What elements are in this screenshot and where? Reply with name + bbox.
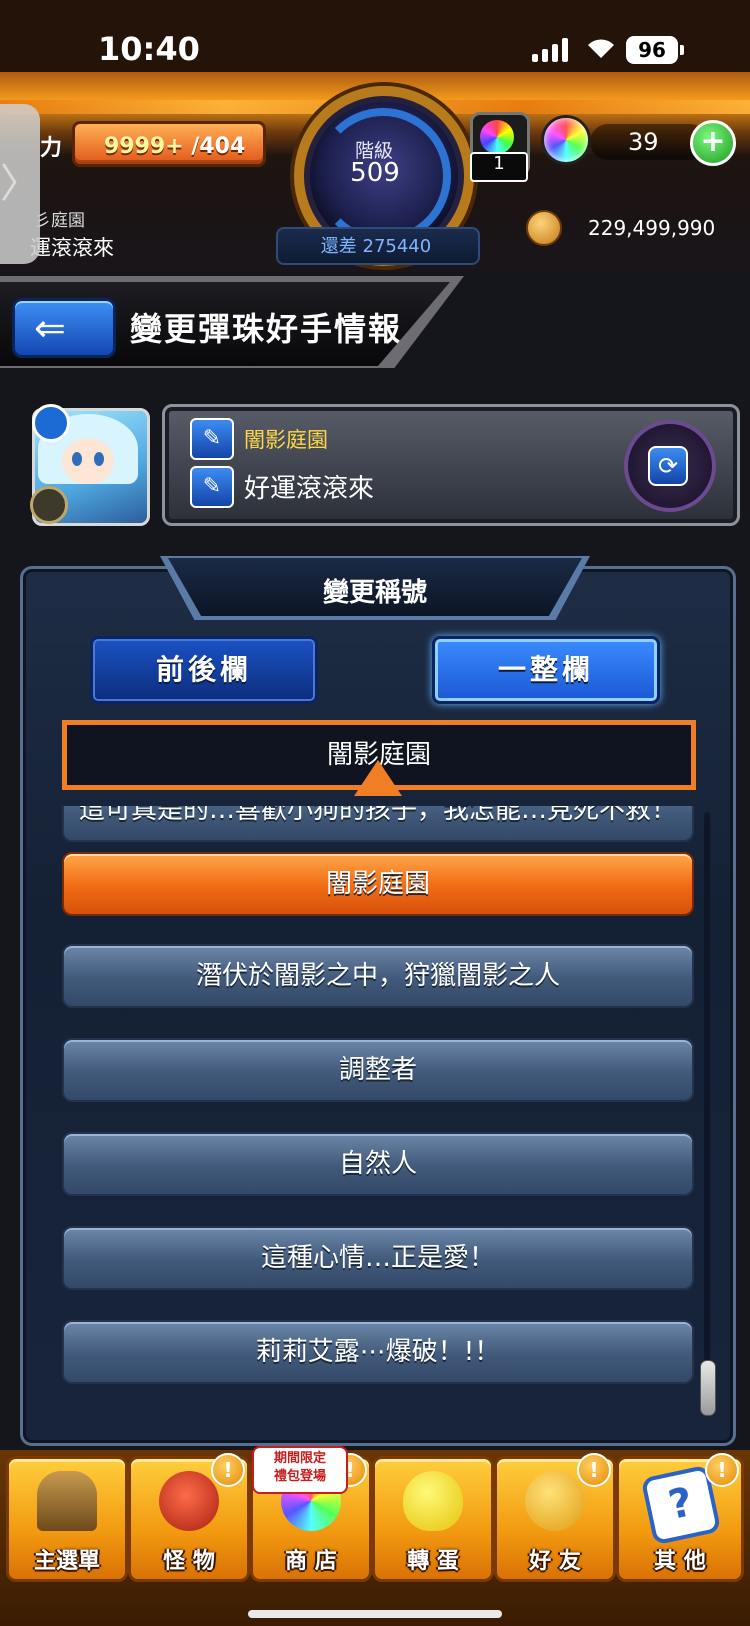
edit-title-button[interactable]: ✎ (190, 418, 234, 460)
side-drawer-handle[interactable]: 〉 (0, 104, 40, 264)
nav-label: 其 他 (654, 1549, 706, 1574)
player-title-partial: 彡庭園 (34, 211, 85, 231)
title-option[interactable]: 潛伏於闇影之中，狩獵闇影之人 (62, 944, 694, 1008)
rank-value: 509 (350, 158, 400, 188)
avatar-face (62, 438, 114, 484)
alert-icon: ! (211, 1453, 245, 1487)
rank-badge-icon (30, 486, 68, 524)
element-badge-icon (32, 404, 70, 442)
page-title: 變更彈珠好手情報 (130, 310, 403, 348)
battery-tip (680, 45, 684, 55)
back-arrow-icon: ⇐ (34, 306, 66, 350)
alert-icon: ! (705, 1453, 739, 1487)
nav-label: 怪 物 (163, 1549, 215, 1574)
rank-remaining: 還差 275440 (320, 236, 432, 257)
title-option[interactable]: 自然人 (62, 1132, 694, 1196)
nav-label: 商 店 (285, 1549, 337, 1574)
title-option[interactable]: 這種心情…正是愛！ (62, 1226, 694, 1290)
home-indicator[interactable] (248, 1610, 502, 1618)
title-list[interactable]: 這可真是的…喜歡小狗的孩子，我怎能…見死不救！ 闇影庭園 潛伏於闇影之中，狩獵闇… (56, 806, 696, 1430)
friends-icon (525, 1471, 585, 1531)
stamina-current: 9999+ (104, 134, 184, 159)
stamina-max: /404 (191, 134, 246, 159)
gem-count: 39 (628, 128, 659, 156)
mode-front-back-button[interactable]: 前後欄 (90, 636, 318, 704)
nav-others[interactable]: ? 其 他 ! (616, 1453, 744, 1582)
cellular-signal-icon (532, 38, 570, 62)
player-name-partial: 運滾滾來 (30, 236, 114, 260)
nav-main-menu[interactable]: 主選單 (6, 1456, 128, 1582)
status-time: 10:40 (98, 30, 200, 68)
title-option[interactable]: 這可真是的…喜歡小狗的孩子，我怎能…見死不救！ (62, 806, 694, 842)
profile-name: 好運滾滾來 (244, 474, 375, 504)
nav-label: 轉 蛋 (407, 1549, 459, 1574)
stamina-value: 9999+ /404 (104, 134, 245, 159)
monster-icon (159, 1471, 219, 1531)
orb-item-count: 1 (493, 153, 505, 174)
nav-label: 主選單 (33, 1549, 100, 1574)
edit-name-button[interactable]: ✎ (190, 466, 234, 508)
alert-icon: ! (577, 1453, 611, 1487)
title-option[interactable]: 調整者 (62, 1038, 694, 1102)
title-option[interactable]: 莉莉艾露⋯爆破！!！ (62, 1320, 694, 1384)
shop-limited-badge: 期間限定 禮包登場 (252, 1446, 348, 1494)
battery-icon: 96 (626, 36, 678, 64)
title-option-selected[interactable]: 闇影庭園 (62, 852, 694, 916)
swap-icon: ⟳ (648, 446, 688, 486)
home-gate-icon (37, 1471, 97, 1531)
panel-title: 變更稱號 (322, 578, 427, 608)
nav-friends[interactable]: 好 友 ! (494, 1453, 616, 1582)
orb-ball-icon (480, 120, 514, 154)
profile-title: 闇影庭園 (244, 428, 328, 452)
preview-pointer-icon (354, 760, 402, 796)
wifi-icon (584, 34, 618, 64)
shop-badge-line2: 禮包登場 (273, 1469, 326, 1484)
shop-badge-line1: 期間限定 (273, 1451, 326, 1466)
coin-icon (526, 210, 562, 246)
mode-full-row-button[interactable]: 一整欄 (432, 636, 660, 704)
stamina-label: 力 (40, 136, 63, 161)
rainbow-gem-icon (544, 118, 588, 162)
avatar-eye-right (94, 452, 104, 466)
gacha-egg-icon (403, 1471, 463, 1531)
scrollbar-thumb[interactable] (700, 1360, 716, 1416)
avatar-eye-left (72, 452, 82, 466)
buy-gems-button[interactable]: + (690, 120, 736, 166)
nav-label: 好 友 (529, 1549, 581, 1574)
scrollbar-track[interactable] (704, 812, 710, 1412)
nav-monsters[interactable]: 怪 物 ! (128, 1453, 250, 1582)
coin-count: 229,499,990 (588, 216, 716, 240)
nav-gacha[interactable]: 轉 蛋 (372, 1456, 494, 1582)
